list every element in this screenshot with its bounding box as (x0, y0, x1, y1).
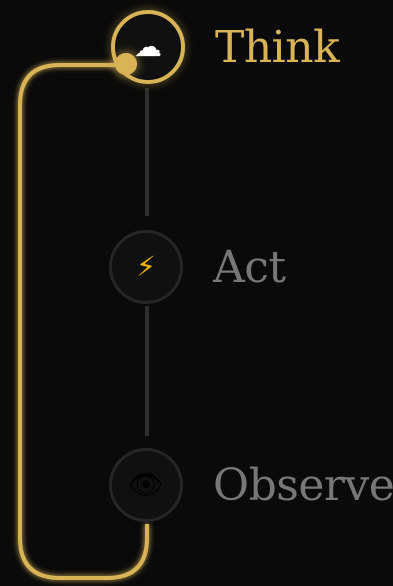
think-label: Think (215, 21, 340, 73)
step-think: ☁ Think (111, 10, 340, 84)
observe-label: Observe (213, 459, 393, 511)
think-icon-glyph: ☁ (134, 30, 162, 63)
progress-dot (115, 53, 137, 75)
step-act: ⚡ Act (109, 230, 286, 304)
step-observe: 👁 Observe (109, 448, 393, 522)
observe-icon-glyph: 👁 (128, 468, 164, 501)
act-icon-glyph: ⚡ (136, 250, 156, 283)
react-loop-diagram: ☁ Think ⚡ Act 👁 Observe (0, 0, 393, 586)
act-label: Act (213, 241, 286, 293)
eye-icon: 👁 (109, 448, 183, 522)
lightning-icon: ⚡ (109, 230, 183, 304)
